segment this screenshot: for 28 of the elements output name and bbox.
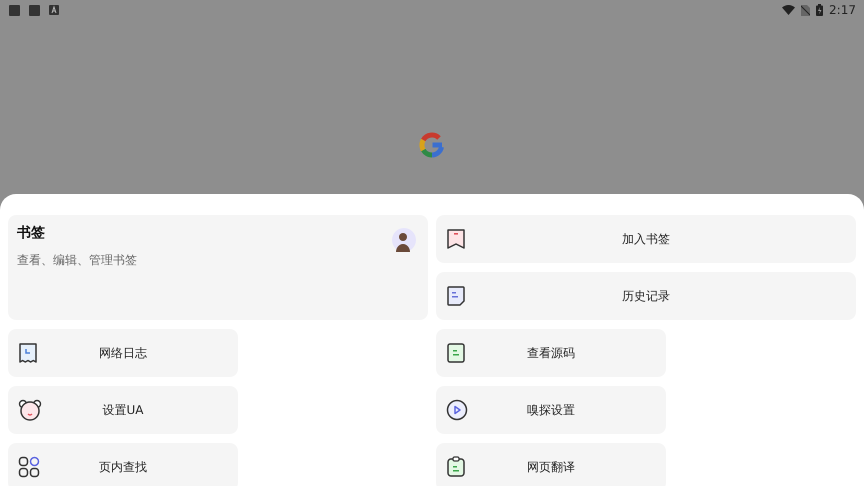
battery-icon xyxy=(816,4,824,16)
notification-icon xyxy=(49,5,59,15)
menu-tile[interactable]: 网页翻译 xyxy=(436,443,666,486)
notification-icon xyxy=(29,4,40,16)
menu-tile[interactable]: 嗅探设置 xyxy=(436,386,666,434)
menu-tile[interactable]: 网络日志 xyxy=(8,329,238,377)
g-logo-icon xyxy=(418,131,446,159)
avatar-icon xyxy=(392,228,416,252)
bookmark-icon xyxy=(446,228,466,250)
card-subtitle: 查看、编辑、管理书签 xyxy=(17,252,137,269)
menu-tile[interactable]: 查看源码 xyxy=(436,329,666,377)
document-icon xyxy=(446,342,466,364)
card-title: 书签 xyxy=(17,224,46,242)
menu-tile[interactable]: 历史记录 xyxy=(436,272,856,320)
bookmarks-card[interactable]: 书签 查看、编辑、管理书签 xyxy=(8,215,428,320)
no-sim-icon xyxy=(801,4,810,16)
grid-icon xyxy=(18,456,40,478)
menu-tile[interactable]: 加入书签 xyxy=(436,215,856,263)
play-circle-icon xyxy=(446,399,468,421)
document-icon xyxy=(446,285,466,307)
wifi-icon xyxy=(782,5,796,15)
notification-icon xyxy=(9,4,20,16)
clock-time: 2:17 xyxy=(829,3,856,17)
menu-tile[interactable]: 设置UA xyxy=(8,386,238,434)
bear-face-icon xyxy=(18,399,42,421)
menu-tile[interactable]: 页内查找 xyxy=(8,443,238,486)
receipt-icon xyxy=(18,342,38,364)
clipboard-icon xyxy=(446,456,466,478)
